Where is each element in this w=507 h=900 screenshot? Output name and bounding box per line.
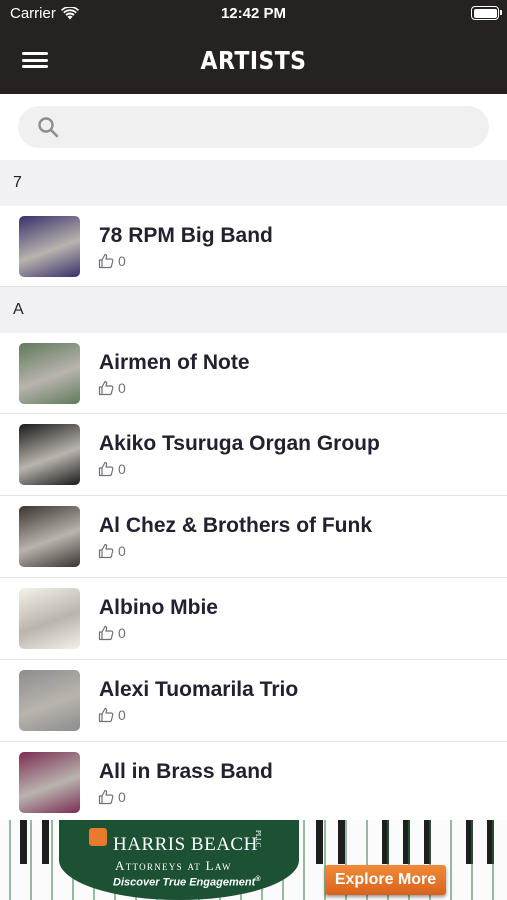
artist-row[interactable]: All in Brass Band 0 [0,742,507,824]
artist-likes: 0 [98,789,126,805]
artist-thumbnail [19,588,80,649]
ad-subtitle: Attorneys at Law [115,858,232,873]
likes-count: 0 [118,461,126,477]
likes-count: 0 [118,625,126,641]
section-header: A [0,287,507,333]
artist-name: Alexi Tuomarila Trio [99,678,299,701]
page-title: ARTISTS [200,46,307,75]
artist-row[interactable]: 78 RPM Big Band 0 [0,206,507,287]
artist-likes: 0 [98,543,126,559]
thumbs-up-icon[interactable] [98,380,114,396]
artist-likes: 0 [98,380,126,396]
section-header: 7 [0,160,507,206]
artist-thumbnail [19,424,80,485]
artist-row[interactable]: Alexi Tuomarila Trio 0 [0,660,507,742]
thumbs-up-icon[interactable] [98,625,114,641]
likes-count: 0 [118,543,126,559]
artist-name: 78 RPM Big Band [99,224,273,247]
thumbs-up-icon[interactable] [98,543,114,559]
status-time: 12:42 PM [220,5,287,22]
artist-name: Albino Mbie [99,596,218,619]
artist-row[interactable]: Akiko Tsuruga Organ Group 0 [0,414,507,496]
artist-likes: 0 [98,461,126,477]
ad-banner[interactable]: HARRIS BEACH PLLC Attorneys at Law Disco… [0,820,507,900]
battery-icon [471,6,502,20]
likes-count: 0 [118,707,126,723]
artist-name: Al Chez & Brothers of Funk [99,514,373,537]
artist-name: All in Brass Band [99,760,273,783]
artist-likes: 0 [98,253,126,269]
search-icon [38,117,59,138]
artist-thumbnail [19,216,80,277]
nav-bar: ARTISTS [0,28,507,94]
artist-thumbnail [19,343,80,404]
explore-more-button[interactable]: Explore More [325,865,446,895]
artist-thumbnail [19,506,80,567]
artist-list[interactable]: 7 78 RPM Big Band 0 A Airmen of Note 0 A… [0,160,507,824]
thumbs-up-icon[interactable] [98,789,114,805]
likes-count: 0 [118,789,126,805]
search-bar-container [0,94,507,160]
artist-row[interactable]: Al Chez & Brothers of Funk 0 [0,496,507,578]
likes-count: 0 [118,380,126,396]
artist-name: Airmen of Note [99,351,250,374]
ad-brand-suffix: PLLC [254,830,262,848]
artist-thumbnail [19,752,80,813]
thumbs-up-icon[interactable] [98,461,114,477]
top-bar: Carrier 12:42 PM ARTISTS [0,0,507,94]
harris-beach-logo-icon [89,828,107,846]
artist-likes: 0 [98,625,126,641]
ad-tagline: Discover True Engagement® [113,876,261,889]
artist-likes: 0 [98,707,126,723]
search-bar[interactable] [18,106,489,148]
artist-thumbnail [19,670,80,731]
artist-row[interactable]: Albino Mbie 0 [0,578,507,660]
artist-row[interactable]: Airmen of Note 0 [0,333,507,414]
status-bar: Carrier 12:42 PM [0,0,507,28]
ad-brand-name: HARRIS BEACH [113,834,258,855]
likes-count: 0 [118,253,126,269]
thumbs-up-icon[interactable] [98,707,114,723]
search-input[interactable] [72,114,473,140]
thumbs-up-icon[interactable] [98,253,114,269]
artist-name: Akiko Tsuruga Organ Group [99,432,380,455]
